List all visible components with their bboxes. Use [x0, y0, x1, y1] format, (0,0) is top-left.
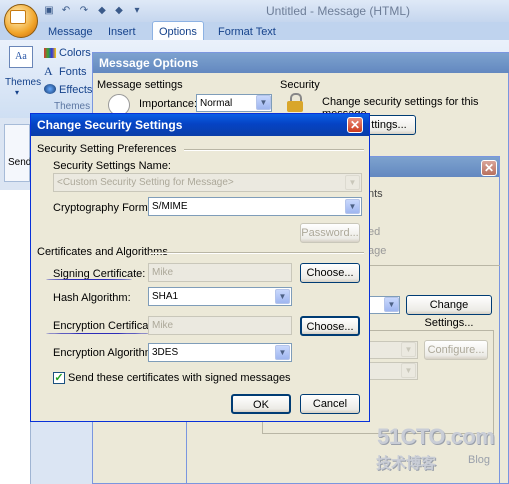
- pen-underline-encryption: [46, 333, 150, 334]
- security-heading: Security: [280, 79, 320, 91]
- encryption-algorithm-select[interactable]: 3DES: [148, 343, 292, 362]
- close-icon[interactable]: ✕: [481, 160, 497, 176]
- colors-icon: [44, 48, 56, 58]
- tab-insert[interactable]: Insert: [108, 24, 136, 40]
- encryption-cert-label: Encryption Certificate:: [53, 320, 161, 332]
- settings-name-select: <Custom Security Setting for Message>: [53, 173, 362, 192]
- send-button[interactable]: [4, 124, 30, 182]
- message-body[interactable]: [0, 190, 31, 484]
- signing-cert-field: Mike: [148, 263, 292, 282]
- security-settings-button[interactable]: ttings...: [362, 115, 416, 135]
- security-lock-icon: [287, 93, 303, 113]
- close-icon[interactable]: ✕: [347, 117, 363, 133]
- settings-name-label: Security Settings Name:: [53, 160, 171, 172]
- watermark-blog: Blog: [468, 454, 491, 466]
- hash-algorithm-select[interactable]: SHA1: [148, 287, 292, 306]
- ok-button[interactable]: OK: [231, 394, 291, 414]
- window-title: Untitled - Message (HTML): [266, 4, 411, 18]
- crypto-format-label: Cryptography Format:: [53, 202, 160, 214]
- separator: [150, 252, 364, 254]
- watermark-main: 51CTO.com: [377, 424, 495, 449]
- chevron-down-icon: ▼: [401, 342, 416, 357]
- tab-format-text[interactable]: Format Text: [218, 24, 276, 40]
- background-text: age: [368, 245, 387, 257]
- chevron-down-icon: ▼: [256, 95, 271, 110]
- section-certificates: Certificates and Algorithms: [37, 246, 168, 258]
- office-logo-icon: [10, 10, 26, 24]
- chevron-down-icon: ▼: [401, 363, 416, 378]
- chevron-down-icon: ▼: [275, 289, 290, 304]
- section-security-prefs: Security Setting Preferences: [37, 143, 177, 155]
- effects-icon: [44, 84, 56, 94]
- group-label-themes: Themes: [54, 101, 91, 112]
- customize-qat-icon[interactable]: ▾: [131, 5, 143, 16]
- pen-underline-signing: [46, 279, 132, 280]
- dialog-title: Change Security Settings: [31, 114, 369, 136]
- colors-button[interactable]: Colors: [59, 47, 91, 59]
- background-text: nts: [368, 188, 383, 200]
- configure-button: Configure...: [424, 340, 488, 360]
- password-button: Password...: [300, 223, 360, 243]
- importance-label: Importance:: [139, 98, 198, 110]
- chevron-down-icon: ▼: [345, 175, 360, 190]
- fonts-button[interactable]: Fonts: [59, 66, 87, 78]
- separator: [184, 149, 364, 151]
- tab-message[interactable]: Message: [48, 24, 93, 40]
- encryption-algorithm-label: Encryption Algorithm:: [53, 347, 157, 359]
- encryption-cert-field: Mike: [148, 316, 292, 335]
- next-icon[interactable]: ◆: [113, 5, 125, 16]
- effects-button[interactable]: Effects: [59, 84, 92, 96]
- chevron-down-icon: ▼: [345, 199, 360, 214]
- cancel-button[interactable]: Cancel: [300, 394, 360, 414]
- choose-signing-cert-button[interactable]: Choose...: [300, 263, 360, 283]
- watermark-sub: 技术博客: [376, 455, 437, 472]
- message-options-title: Message Options: [93, 53, 509, 73]
- crypto-format-select[interactable]: S/MIME: [148, 197, 362, 216]
- chevron-down-icon: ▼: [275, 345, 290, 360]
- fonts-icon: A: [44, 64, 53, 78]
- hash-algorithm-label: Hash Algorithm:: [53, 292, 131, 304]
- themes-dropdown-icon[interactable]: ▾: [15, 88, 19, 97]
- chevron-down-icon: ▼: [384, 297, 399, 312]
- previous-icon[interactable]: ◆: [96, 5, 108, 16]
- send-certs-checkbox[interactable]: ✓: [53, 372, 65, 384]
- redo-icon[interactable]: ↷: [78, 5, 90, 16]
- send-label: Send: [8, 157, 32, 168]
- themes-button[interactable]: Themes: [5, 77, 41, 88]
- title-bar: [0, 0, 509, 22]
- change-settings-button[interactable]: Change Settings...: [406, 295, 492, 329]
- choose-encryption-cert-button[interactable]: Choose...: [300, 316, 360, 336]
- undo-icon[interactable]: ↶: [60, 5, 72, 16]
- send-certs-label: Send these certificates with signed mess…: [68, 372, 291, 384]
- themes-icon[interactable]: Aa: [9, 46, 33, 68]
- tab-options[interactable]: Options: [159, 24, 197, 40]
- message-settings-heading: Message settings: [97, 79, 183, 91]
- save-icon[interactable]: ▣: [43, 5, 55, 16]
